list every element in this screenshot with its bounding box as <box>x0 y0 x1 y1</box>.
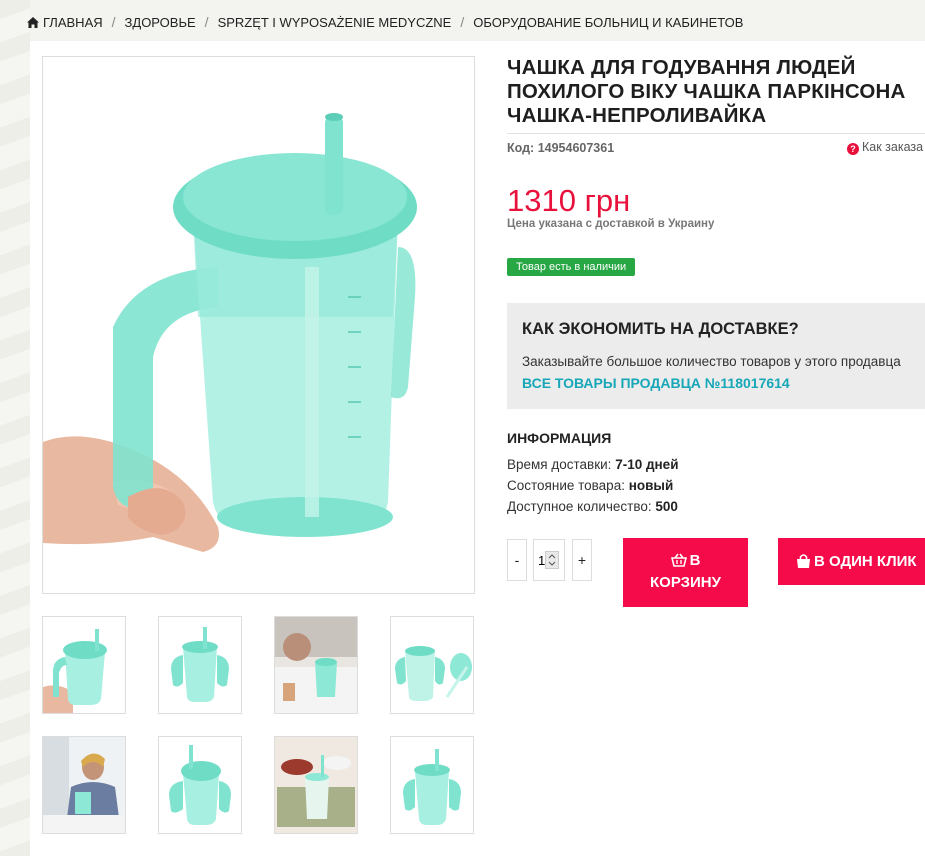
question-icon: ? <box>847 143 859 155</box>
info-value: 7-10 дней <box>615 457 679 472</box>
quantity-spinner[interactable] <box>545 551 559 569</box>
breadcrumb-separator: / <box>204 14 209 30</box>
info-value: 500 <box>655 499 678 514</box>
thumbnail-3[interactable] <box>274 616 358 714</box>
breadcrumb-separator: / <box>111 14 116 30</box>
thumbnail-7[interactable] <box>274 736 358 834</box>
thumbnail-2[interactable] <box>158 616 242 714</box>
how-to-order-label: Как заказа <box>862 140 924 154</box>
stock-badge: Товар есть в наличии <box>507 258 636 276</box>
seller-products-link[interactable]: ВСЕ ТОВАРЫ ПРОДАВЦА №118017614 <box>522 375 790 391</box>
info-row-available-quantity: Доступное количество: 500 <box>507 499 678 514</box>
cup-thumbnail-image <box>169 745 231 825</box>
delivery-savings-title: КАК ЭКОНОМИТЬ НА ДОСТАВКЕ? <box>522 320 799 338</box>
add-to-cart-button[interactable]: В КОРЗИНУ <box>623 538 748 607</box>
background-decoration <box>0 0 30 856</box>
patient-photo-thumbnail <box>275 617 357 713</box>
info-value: новый <box>628 478 674 493</box>
cup-thumbnail-image <box>403 749 461 825</box>
how-to-order-link[interactable]: ? Как заказа <box>847 140 923 155</box>
thumbnail-1[interactable] <box>42 616 126 714</box>
delivery-savings-box: КАК ЭКОНОМИТЬ НА ДОСТАВКЕ? Заказывайте б… <box>507 303 925 409</box>
cup-thumbnail-image <box>171 627 229 702</box>
product-code-value: 14954607361 <box>537 141 615 155</box>
basket-icon <box>670 553 687 567</box>
cup-thumbnail-image <box>395 646 472 701</box>
cup-illustration <box>43 113 417 552</box>
product-code-label: Код: <box>507 141 535 155</box>
add-to-cart-label-line2: КОРЗИНУ <box>650 574 721 591</box>
title-divider <box>507 133 925 134</box>
info-heading: ИНФОРМАЦИЯ <box>507 430 612 446</box>
breadcrumb: ГЛАВНАЯ / ЗДОРОВЬЕ / SPRZĘT I WYPOSAŻENI… <box>27 14 743 30</box>
thumbnail-5[interactable] <box>42 736 126 834</box>
food-tray-photo-thumbnail <box>275 737 357 833</box>
info-label: Время доставки: <box>507 457 612 472</box>
main-product-image[interactable] <box>42 56 475 594</box>
breadcrumb-hospital-equipment[interactable]: ОБОРУДОВАНИЕ БОЛЬНИЦ И КАБИНЕТОВ <box>473 15 743 30</box>
thumbnail-8[interactable] <box>390 736 474 834</box>
delivery-savings-text: Заказывайте большое количество товаров у… <box>522 354 901 369</box>
price-note: Цена указана с доставкой в Украину <box>507 218 715 230</box>
breadcrumb-separator: / <box>460 14 465 30</box>
breadcrumb-medical-equipment[interactable]: SPRZĘT I WYPOSAŻENIE MEDYCZNE <box>218 15 452 30</box>
product-price: 1310 грн <box>507 183 631 218</box>
info-row-delivery-time: Время доставки: 7-10 дней <box>507 457 679 472</box>
home-icon <box>27 16 39 28</box>
breadcrumb-health[interactable]: ЗДОРОВЬЕ <box>125 15 196 30</box>
one-click-buy-label: В ОДИН КЛИК <box>814 553 917 570</box>
shopping-bag-icon <box>797 554 810 568</box>
add-to-cart-label-line1: В <box>689 552 701 569</box>
product-title: ЧАШКА ДЛЯ ГОДУВАННЯ ЛЮДЕЙ ПОХИЛОГО ВІКУ … <box>507 56 906 127</box>
thumbnail-4[interactable] <box>390 616 474 714</box>
thumbnail-6[interactable] <box>158 736 242 834</box>
quantity-decrease-button[interactable]: - <box>507 539 527 581</box>
elderly-person-photo-thumbnail <box>43 737 125 833</box>
product-code: Код: 14954607361 <box>507 141 614 155</box>
quantity-increase-button[interactable]: + <box>572 539 592 581</box>
info-row-condition: Состояние товара: новый <box>507 478 673 493</box>
breadcrumb-home[interactable]: ГЛАВНАЯ <box>43 15 103 30</box>
info-label: Доступное количество: <box>507 499 652 514</box>
cup-thumbnail-image <box>43 629 107 713</box>
info-label: Состояние товара: <box>507 478 625 493</box>
spinner-arrows-icon <box>548 554 556 566</box>
one-click-buy-button[interactable]: В ОДИН КЛИК <box>778 538 925 585</box>
